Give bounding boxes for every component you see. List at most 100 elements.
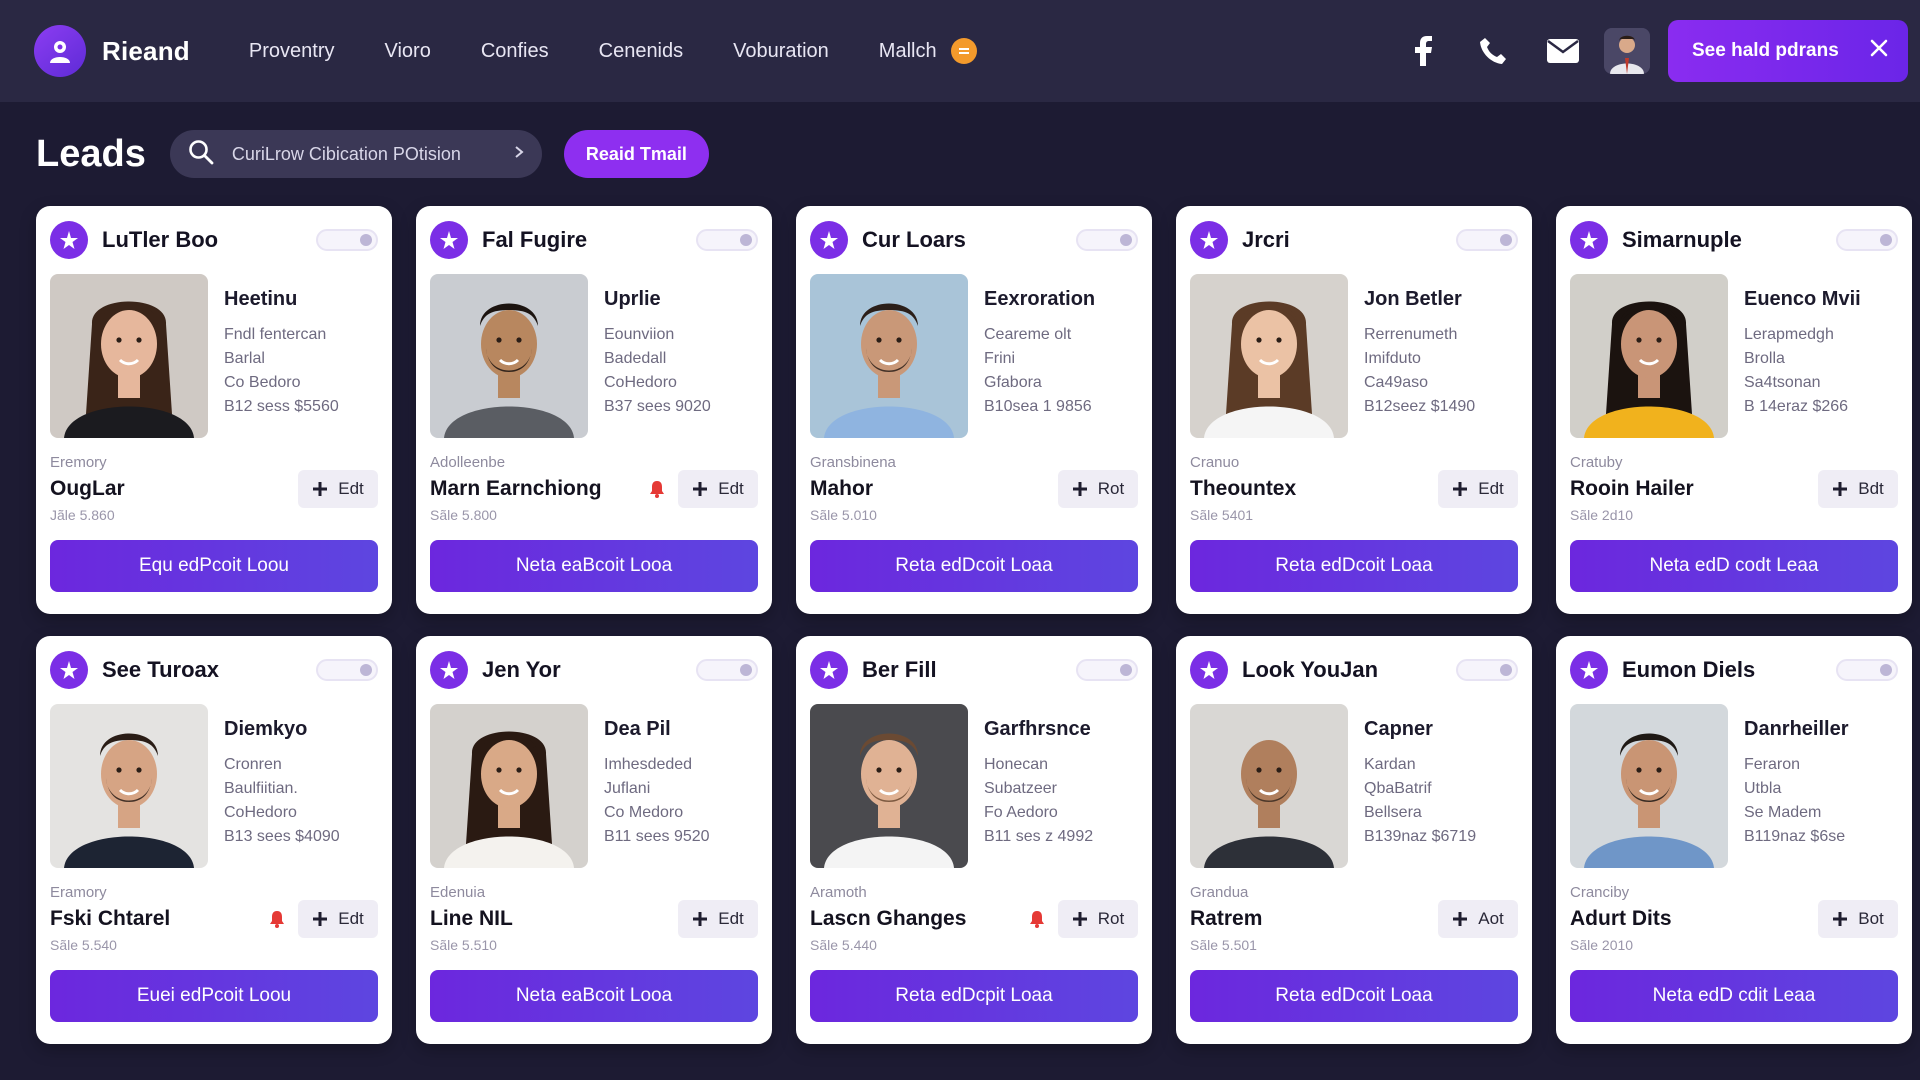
card-header: Jrcri [1190, 220, 1518, 260]
edit-button-label: Bot [1858, 909, 1884, 928]
lead-name: Ber Fill [862, 657, 937, 682]
edit-button[interactable]: Rot [1058, 900, 1138, 938]
plus-icon [313, 482, 328, 496]
lead-action-button[interactable]: Neta eaBcoit Looa [430, 970, 758, 1022]
edit-button[interactable]: Edt [678, 470, 758, 508]
brand[interactable]: Rieand [34, 25, 190, 77]
brand-logo-icon [34, 25, 86, 77]
card-header: Simarnuple [1570, 220, 1898, 260]
lead-detail-line: Badedall [604, 350, 667, 367]
lead-title: Eexroration [984, 288, 1096, 310]
edit-button[interactable]: Rot [1058, 470, 1138, 508]
edit-button[interactable]: Edt [298, 470, 378, 508]
lead-photo [810, 704, 968, 868]
card-body: Euenco Mvii Lerapmedgh Brolla Sa4tsonan … [1570, 274, 1898, 438]
status-toggle[interactable] [1456, 229, 1518, 251]
lead-card[interactable]: Cur Loars Eexroration Ceareme olt Frini … [796, 206, 1152, 614]
status-toggle[interactable] [1076, 229, 1138, 251]
favorite-star-icon[interactable] [1570, 651, 1608, 689]
nav-item-cenenids[interactable]: Cenenids [574, 40, 709, 63]
lead-action-button[interactable]: Reta edDcoit Loaa [810, 540, 1138, 592]
lead-action-button[interactable]: Neta edD cdit Leaa [1570, 970, 1898, 1022]
status-toggle[interactable] [316, 229, 378, 251]
status-toggle[interactable] [1836, 659, 1898, 681]
company-sales: Sãle 5.440 [810, 937, 877, 953]
user-avatar[interactable] [1604, 28, 1650, 74]
status-toggle[interactable] [696, 659, 758, 681]
lead-card[interactable]: See Turoax Diemkyo Cronren Baulfiitian. … [36, 636, 392, 1044]
lead-action-button[interactable]: Reta edDcpit Loaa [810, 970, 1138, 1022]
mail-icon[interactable] [1528, 16, 1598, 86]
lead-card[interactable]: Jen Yor Dea Pil Imhesdeded Juflani Co Me… [416, 636, 772, 1044]
favorite-star-icon[interactable] [810, 651, 848, 689]
lead-detail-line: Co Medoro [604, 804, 684, 821]
lead-action-button[interactable]: Equ edPcoit Loou [50, 540, 378, 592]
lead-detail-line: B10sea 1 9856 [984, 398, 1092, 415]
toggle-knob [1500, 234, 1512, 246]
favorite-star-icon[interactable] [1190, 651, 1228, 689]
lead-card[interactable]: LuTler Boo Heetinu Fndl fentercan Barlal… [36, 206, 392, 614]
favorite-star-icon[interactable] [50, 651, 88, 689]
alert-icon[interactable] [646, 478, 668, 500]
status-toggle[interactable] [316, 659, 378, 681]
company-label: Adolleenbe [430, 454, 506, 471]
close-icon[interactable] [1870, 39, 1888, 63]
nav-item-proventry[interactable]: Proventry [224, 40, 360, 63]
edit-button[interactable]: Bot [1818, 900, 1898, 938]
favorite-star-icon[interactable] [50, 221, 88, 259]
nav-item-voburation[interactable]: Voburation [708, 40, 854, 63]
page-header: Leads CuriLrow Cibication POtision Reaid… [0, 102, 1920, 206]
company-sales: Sãle 5.010 [810, 507, 877, 523]
favorite-star-icon[interactable] [1570, 221, 1608, 259]
lead-card[interactable]: Eumon Diels Danrheiller Feraron Utbla Se… [1556, 636, 1912, 1044]
company-section: Cratuby Rooin Hailer Sãle 2d10 Bdt [1570, 454, 1898, 534]
lead-card[interactable]: Ber Fill Garfhrsnce Honecan Subatzeer Fo… [796, 636, 1152, 1044]
edit-button-label: Edt [718, 909, 744, 928]
see-plans-button[interactable]: See hald pdrans [1668, 20, 1908, 82]
facebook-icon[interactable] [1388, 16, 1458, 86]
company-label: Grandua [1190, 884, 1249, 901]
lead-card[interactable]: Simarnuple Euenco Mvii Lerapmedgh Brolla… [1556, 206, 1912, 614]
read-email-button[interactable]: Reaid Tmail [563, 130, 709, 178]
company-label: Cranciby [1570, 884, 1630, 901]
favorite-star-icon[interactable] [810, 221, 848, 259]
edit-button[interactable]: Aot [1438, 900, 1518, 938]
search-input[interactable]: CuriLrow Cibication POtision [169, 130, 542, 178]
favorite-star-icon[interactable] [430, 221, 468, 259]
edit-button[interactable]: Edt [1438, 470, 1518, 508]
lead-info: Dea Pil Imhesdeded Juflani Co Medoro B11… [604, 704, 710, 868]
alert-icon[interactable] [1026, 908, 1048, 930]
nav-item-mallch[interactable]: Mallch [854, 38, 1002, 64]
lead-card[interactable]: Look YouJan Capner Kardan QbaBatrif Bell… [1176, 636, 1532, 1044]
edit-button[interactable]: Edt [678, 900, 758, 938]
company-label: Edenuia [430, 884, 486, 901]
lead-card[interactable]: Fal Fugire Uprlie Eounviion Badedall CoH… [416, 206, 772, 614]
lead-action-button[interactable]: Reta edDcoit Loaa [1190, 970, 1518, 1022]
card-body: Heetinu Fndl fentercan Barlal Co Bedoro … [50, 274, 378, 438]
lead-name: Eumon Diels [1622, 657, 1756, 682]
card-header: Cur Loars [810, 220, 1138, 260]
status-toggle[interactable] [696, 229, 758, 251]
lead-detail-line: Kardan [1364, 756, 1416, 773]
status-toggle[interactable] [1836, 229, 1898, 251]
toggle-knob [740, 234, 752, 246]
lead-action-button[interactable]: Neta edD codt Leaa [1570, 540, 1898, 592]
lead-detail-line: B 14eraz $266 [1744, 398, 1849, 415]
lead-action-button[interactable]: Neta eaBcoit Looa [430, 540, 758, 592]
favorite-star-icon[interactable] [1190, 221, 1228, 259]
edit-button[interactable]: Bdt [1818, 470, 1898, 508]
phone-icon[interactable] [1458, 16, 1528, 86]
lead-card[interactable]: Jrcri Jon Betler Rerrenumeth Imifduto Ca… [1176, 206, 1532, 614]
lead-action-button[interactable]: Reta edDcoit Loaa [1190, 540, 1518, 592]
favorite-star-icon[interactable] [430, 651, 468, 689]
nav-item-vioro[interactable]: Vioro [359, 40, 455, 63]
edit-button[interactable]: Edt [298, 900, 378, 938]
lead-name: LuTler Boo [102, 227, 219, 252]
alert-icon[interactable] [266, 908, 288, 930]
status-toggle[interactable] [1456, 659, 1518, 681]
nav-item-confies[interactable]: Confies [456, 40, 574, 63]
lead-action-button[interactable]: Euei edPcoit Loou [50, 970, 378, 1022]
plus-icon [1833, 912, 1848, 926]
company-label: Eramory [50, 884, 107, 901]
status-toggle[interactable] [1076, 659, 1138, 681]
